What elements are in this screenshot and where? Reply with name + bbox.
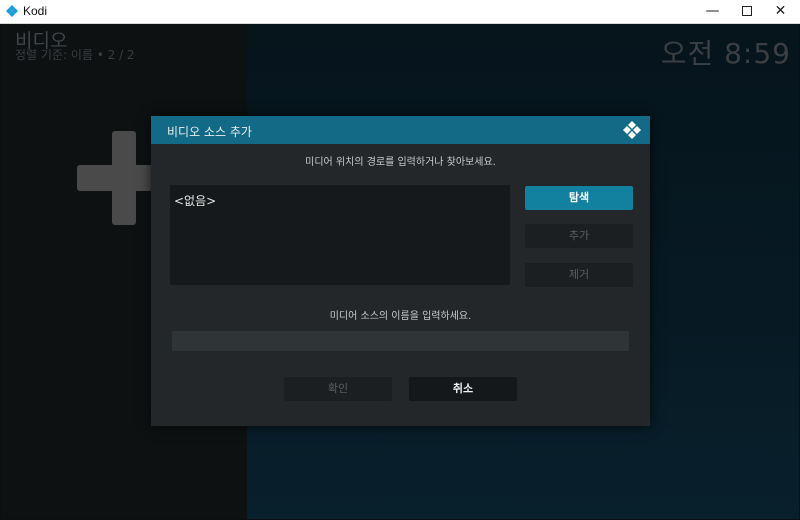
window-title: Kodi [23,4,48,18]
source-name-field[interactable] [172,331,629,351]
path-prompt: 미디어 위치의 경로를 입력하거나 찾아보세요. [305,157,496,168]
browse-button[interactable]: 탐색 [525,186,633,210]
ok-button[interactable]: 확인 [284,377,392,401]
kodi-logo-icon [6,5,18,17]
kodi-app: 비디오 정렬 기준: 이름 • 2 / 2 오전 8:59 비디오 소스 추가 … [1,24,799,519]
dialog-header: 비디오 소스 추가 [151,116,650,144]
close-button[interactable]: ✕ [758,0,800,23]
add-button[interactable]: 추가 [525,224,633,248]
cancel-button[interactable]: 취소 [409,377,517,401]
window-titlebar: Kodi — ✕ [0,0,800,24]
minimize-icon: — [705,3,720,19]
path-list[interactable]: <없음> [170,185,510,285]
kodi-logo-icon [623,121,641,139]
list-item[interactable]: <없음> [174,192,216,209]
dialog-title: 비디오 소스 추가 [167,125,252,139]
remove-button[interactable]: 제거 [525,263,633,287]
close-icon: ✕ [774,3,787,19]
name-prompt: 미디어 소스의 이름을 입력하세요. [329,311,472,322]
clock: 오전 8:59 [660,37,791,70]
add-source-dialog: 비디오 소스 추가 미디어 위치의 경로를 입력하거나 찾아보세요. <없음> … [151,116,650,426]
sort-info: 정렬 기준: 이름 • 2 / 2 [15,48,135,62]
maximize-icon [741,6,752,16]
